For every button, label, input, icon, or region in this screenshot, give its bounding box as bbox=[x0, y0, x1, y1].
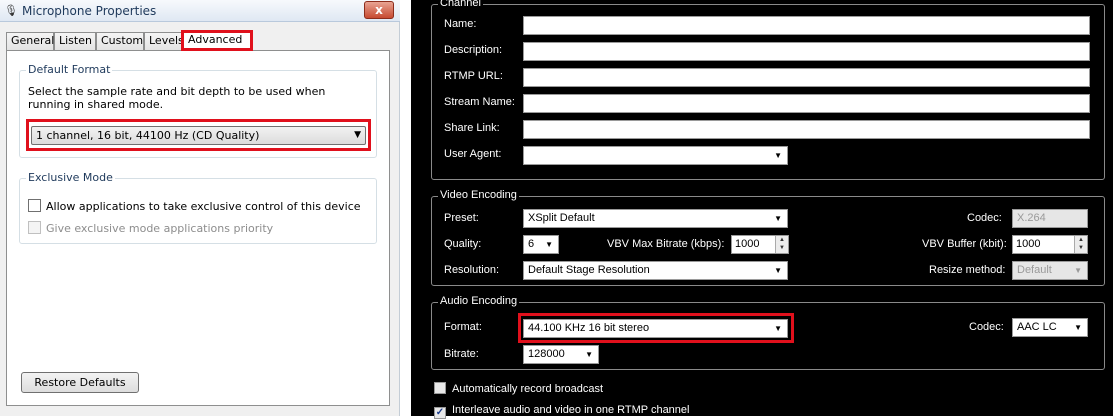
chevron-down-icon: ▼ bbox=[1074, 323, 1082, 332]
audio-format-select[interactable]: 44.100 KHz 16 bit stereo ▼ bbox=[523, 319, 788, 338]
default-format-highlight: 1 channel, 16 bit, 44100 Hz (CD Quality)… bbox=[26, 119, 371, 151]
exclusive-mode-group: Exclusive Mode Allow applications to tak… bbox=[19, 171, 377, 244]
tab-listen[interactable]: Listen bbox=[54, 32, 96, 50]
advanced-tab-panel: Default Format Select the sample rate an… bbox=[6, 50, 390, 406]
resize-method-select: Default ▼ bbox=[1012, 261, 1088, 280]
preset-label: Preset: bbox=[444, 212, 479, 224]
tab-advanced[interactable]: Advanced bbox=[181, 30, 253, 51]
exclusive-priority-row: Give exclusive mode applications priorit… bbox=[28, 221, 273, 236]
resolution-select[interactable]: Default Stage Resolution ▼ bbox=[523, 261, 788, 280]
spinner-arrows-icon[interactable]: ▲ ▼ bbox=[775, 236, 788, 253]
exclusive-priority-checkbox bbox=[28, 221, 41, 234]
resolution-value: Default Stage Resolution bbox=[528, 264, 650, 276]
microphone-icon: 🎙 bbox=[4, 4, 18, 17]
bitrate-select[interactable]: 128000 ▼ bbox=[523, 345, 599, 364]
chevron-down-icon: ▼ bbox=[1074, 266, 1082, 275]
rtmp-url-input[interactable] bbox=[523, 68, 1090, 87]
vbv-buffer-value: 1000 bbox=[1016, 238, 1041, 250]
audio-codec-label: Codec: bbox=[969, 321, 1004, 333]
window-title: Microphone Properties bbox=[22, 4, 157, 18]
chevron-down-icon: ▼ bbox=[545, 240, 553, 249]
auto-record-checkbox[interactable] bbox=[434, 382, 446, 394]
quality-label: Quality: bbox=[444, 238, 482, 250]
audio-encoding-title: Audio Encoding bbox=[438, 295, 520, 307]
chevron-down-icon: ▼ bbox=[354, 130, 361, 140]
default-format-group: Default Format Select the sample rate an… bbox=[19, 63, 377, 158]
exclusive-priority-label: Give exclusive mode applications priorit… bbox=[46, 222, 274, 235]
share-link-input[interactable] bbox=[523, 120, 1090, 139]
description-input[interactable] bbox=[523, 42, 1090, 61]
interleave-label: Interleave audio and video in one RTMP c… bbox=[452, 404, 690, 416]
exclusive-mode-title: Exclusive Mode bbox=[26, 171, 115, 184]
quality-value: 6 bbox=[528, 238, 535, 250]
bitrate-value: 128000 bbox=[528, 348, 565, 360]
stream-name-label: Stream Name: bbox=[444, 96, 515, 108]
name-label: Name: bbox=[444, 18, 477, 30]
chevron-down-icon: ▼ bbox=[774, 324, 782, 333]
spinner-arrows-icon[interactable]: ▲ ▼ bbox=[1074, 236, 1087, 253]
default-format-select[interactable]: 1 channel, 16 bit, 44100 Hz (CD Quality)… bbox=[31, 126, 366, 145]
tab-general[interactable]: General bbox=[6, 32, 54, 50]
allow-exclusive-row[interactable]: Allow applications to take exclusive con… bbox=[28, 199, 361, 214]
preset-select[interactable]: XSplit Default ▼ bbox=[523, 209, 788, 228]
allow-exclusive-label: Allow applications to take exclusive con… bbox=[46, 200, 361, 213]
close-button[interactable]: x bbox=[364, 1, 394, 19]
tab-custom[interactable]: Custom bbox=[96, 32, 144, 50]
channel-title: Channel bbox=[438, 0, 483, 9]
interleave-row[interactable]: ✓ Interleave audio and video in one RTMP … bbox=[434, 404, 689, 419]
resize-method-label: Resize method: bbox=[929, 264, 1006, 276]
video-encoding-title: Video Encoding bbox=[438, 189, 519, 201]
vbv-buffer-label: VBV Buffer (kbit): bbox=[922, 238, 1007, 250]
stream-name-input[interactable] bbox=[523, 94, 1090, 113]
bitrate-label: Bitrate: bbox=[444, 348, 479, 360]
interleave-checkbox[interactable]: ✓ bbox=[434, 407, 446, 419]
audio-format-label: Format: bbox=[444, 321, 482, 333]
user-agent-label: User Agent: bbox=[444, 148, 502, 160]
auto-record-row[interactable]: Automatically record broadcast bbox=[434, 382, 603, 395]
chevron-down-icon: ▼ bbox=[774, 214, 782, 223]
rtmp-url-label: RTMP URL: bbox=[444, 70, 503, 82]
microphone-properties-window: 🎙 Microphone Properties x General Listen… bbox=[0, 0, 400, 416]
share-link-label: Share Link: bbox=[444, 122, 500, 134]
audio-format-highlight: 44.100 KHz 16 bit stereo ▼ bbox=[518, 313, 794, 343]
auto-record-label: Automatically record broadcast bbox=[452, 383, 604, 395]
name-input[interactable] bbox=[523, 16, 1090, 35]
resolution-label: Resolution: bbox=[444, 264, 500, 276]
user-agent-select[interactable]: ▼ bbox=[523, 146, 788, 165]
chevron-down-icon: ▼ bbox=[774, 151, 782, 160]
chevron-down-icon: ▼ bbox=[774, 266, 782, 275]
default-format-title: Default Format bbox=[26, 63, 113, 76]
audio-format-value: 44.100 KHz 16 bit stereo bbox=[528, 322, 650, 334]
vbv-buffer-spinner[interactable]: 1000 ▲ ▼ bbox=[1012, 235, 1088, 254]
channel-section: Channel Name: Description: RTMP URL: Str… bbox=[431, 0, 1105, 180]
xsplit-broadcast-settings: Channel Name: Description: RTMP URL: Str… bbox=[411, 0, 1113, 419]
default-format-description: Select the sample rate and bit depth to … bbox=[28, 85, 326, 111]
quality-select[interactable]: 6 ▼ bbox=[523, 235, 559, 254]
chevron-down-icon: ▼ bbox=[585, 350, 593, 359]
vbv-max-bitrate-spinner[interactable]: 1000 ▲ ▼ bbox=[731, 235, 789, 254]
restore-defaults-button[interactable]: Restore Defaults bbox=[21, 372, 139, 393]
description-label: Description: bbox=[444, 44, 503, 56]
preset-value: XSplit Default bbox=[528, 212, 595, 224]
vbv-max-bitrate-value: 1000 bbox=[735, 238, 760, 250]
resize-method-value: Default bbox=[1017, 264, 1052, 276]
audio-codec-select[interactable]: AAC LC ▼ bbox=[1012, 318, 1088, 337]
default-format-value: 1 channel, 16 bit, 44100 Hz (CD Quality) bbox=[36, 129, 260, 142]
tab-levels[interactable]: Levels bbox=[144, 32, 184, 50]
video-encoding-section: Video Encoding Preset: XSplit Default ▼ … bbox=[431, 189, 1105, 286]
vbv-max-bitrate-label: VBV Max Bitrate (kbps): bbox=[607, 238, 725, 250]
audio-encoding-section: Audio Encoding Format: 44.100 KHz 16 bit… bbox=[431, 295, 1105, 370]
audio-codec-value: AAC LC bbox=[1017, 321, 1057, 333]
title-bar: 🎙 Microphone Properties x bbox=[0, 0, 400, 22]
allow-exclusive-checkbox[interactable] bbox=[28, 199, 41, 212]
video-codec-label: Codec: bbox=[967, 212, 1002, 224]
video-codec-field: X.264 bbox=[1012, 209, 1088, 228]
